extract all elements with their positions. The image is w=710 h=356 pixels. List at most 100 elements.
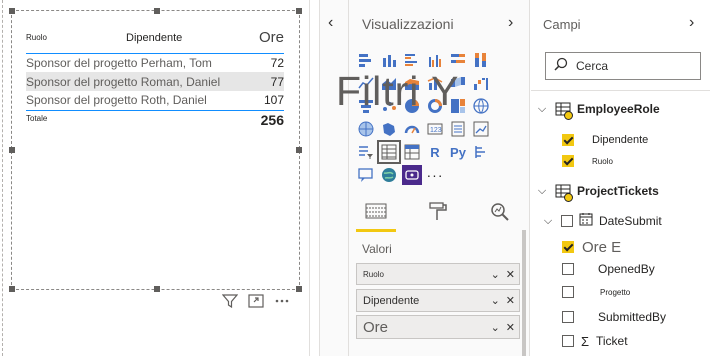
table-row[interactable]: Sponsor del progetto Roth, Daniel 107: [26, 91, 284, 110]
field-checkbox[interactable]: [562, 311, 574, 323]
remove-field-icon[interactable]: ✕: [506, 321, 515, 334]
analytics-magnifier-icon: [490, 202, 510, 227]
slicer-icon[interactable]: [356, 142, 376, 162]
table-visual[interactable]: Ruolo Dipendente Ore Sponsor del progett…: [9, 8, 302, 292]
row-value: 77: [250, 72, 284, 91]
chevron-right-icon[interactable]: ›: [689, 14, 694, 32]
fields-pane-title: Campi: [543, 17, 581, 32]
field-item[interactable]: Ore E: [562, 236, 621, 258]
field-checkbox[interactable]: [562, 241, 574, 253]
canvas-edge: [2, 0, 3, 356]
chevron-down-icon[interactable]: ⌵: [541, 215, 555, 228]
resize-handle[interactable]: [154, 286, 160, 292]
column-header-hours[interactable]: Ore: [250, 23, 284, 54]
pane-splitter[interactable]: [310, 0, 320, 356]
clustered-bar-chart-icon[interactable]: [402, 50, 422, 70]
remove-field-icon[interactable]: ✕: [506, 268, 515, 281]
field-checkbox[interactable]: [562, 134, 574, 146]
resize-handle[interactable]: [296, 147, 302, 153]
total-label: Totale: [26, 109, 251, 130]
values-well-item-employee[interactable]: Dipendente ⌄ ✕: [356, 289, 520, 312]
arcgis-map-icon[interactable]: [379, 165, 399, 185]
field-table-projecttickets[interactable]: ⌵ ProjectTickets: [535, 180, 659, 202]
chevron-down-icon[interactable]: ⌵: [535, 103, 549, 116]
analytics-tab[interactable]: [480, 198, 520, 232]
table-icon: [555, 184, 573, 202]
remove-field-icon[interactable]: ✕: [506, 294, 515, 307]
field-checkbox[interactable]: [562, 263, 574, 275]
kpi-icon[interactable]: [471, 119, 491, 139]
field-table-employeerole[interactable]: ⌵ EmployeeRole: [535, 98, 660, 120]
report-canvas: Ruolo Dipendente Ore Sponsor del progett…: [0, 0, 310, 356]
row-value: 107: [263, 93, 284, 108]
table-visual-icon[interactable]: [377, 140, 401, 164]
filters-overlay-label: Filtri Y: [336, 68, 460, 114]
field-item[interactable]: Progetto: [562, 281, 630, 303]
stacked-column-chart-icon[interactable]: [379, 50, 399, 70]
python-visual-icon[interactable]: Py: [448, 142, 468, 162]
shape-map-icon[interactable]: [379, 119, 399, 139]
row-label: Sponsor del progetto Roman, Daniel: [26, 72, 251, 91]
resize-handle[interactable]: [9, 8, 15, 14]
field-item[interactable]: Dipendente: [562, 129, 648, 151]
values-well-item-role[interactable]: Ruolo ⌄ ✕: [356, 263, 520, 285]
gauge-icon[interactable]: [402, 119, 422, 139]
key-influencers-icon[interactable]: [471, 142, 491, 162]
field-item[interactable]: SubmittedBy: [562, 306, 666, 328]
filter-icon[interactable]: [222, 294, 238, 308]
waterfall-chart-icon[interactable]: [471, 73, 491, 93]
resize-handle[interactable]: [9, 147, 15, 153]
more-visuals-icon[interactable]: ···: [425, 165, 445, 185]
more-options-icon[interactable]: [274, 294, 290, 308]
field-item[interactable]: OpenedBy: [562, 258, 655, 280]
column-header-employee[interactable]: Dipendente: [126, 23, 251, 54]
chevron-down-icon[interactable]: ⌄: [491, 268, 500, 281]
collapse-filters-icon[interactable]: ‹: [328, 14, 333, 32]
100-stacked-column-chart-icon[interactable]: [471, 50, 491, 70]
svg-text:123: 123: [430, 127, 442, 134]
fields-search-input[interactable]: Cerca: [545, 52, 701, 80]
column-header-role[interactable]: Ruolo: [26, 23, 126, 54]
divider: [531, 90, 710, 91]
qa-visual-icon[interactable]: [356, 165, 376, 185]
filled-map-icon[interactable]: [356, 119, 376, 139]
resize-handle[interactable]: [296, 286, 302, 292]
table-row[interactable]: Sponsor del progetto Roman, Daniel 77: [26, 72, 284, 91]
100-stacked-bar-chart-icon[interactable]: [448, 50, 468, 70]
field-checkbox[interactable]: [562, 286, 574, 298]
well-field-label: Dipendente: [363, 294, 420, 307]
resize-handle[interactable]: [9, 286, 15, 292]
field-checkbox[interactable]: [562, 155, 574, 167]
field-item-datesubmit[interactable]: ⌵ DateSubmit: [541, 210, 662, 232]
resize-handle[interactable]: [296, 8, 302, 14]
stacked-bar-chart-icon[interactable]: [356, 50, 376, 70]
clustered-column-chart-icon[interactable]: [425, 50, 445, 70]
power-apps-visual-icon[interactable]: [402, 165, 422, 185]
field-item[interactable]: Σ Ticket: [562, 330, 628, 352]
card-icon[interactable]: 123: [425, 119, 445, 139]
focus-mode-icon[interactable]: [248, 294, 264, 308]
fields-pane: Campi › Cerca ⌵ EmployeeRole Dipendente …: [531, 0, 710, 356]
table-row[interactable]: Sponsor del progetto Perham, Tom 72: [26, 53, 284, 72]
field-name: Ticket: [596, 334, 628, 348]
chevron-right-icon[interactable]: ›: [508, 14, 513, 32]
chevron-down-icon[interactable]: ⌄: [491, 294, 500, 307]
format-tab[interactable]: [418, 198, 458, 232]
resize-handle[interactable]: [154, 8, 160, 14]
fields-tab[interactable]: [356, 198, 396, 232]
field-checkbox[interactable]: [562, 335, 574, 347]
field-item[interactable]: Ruolo: [562, 150, 613, 172]
chevron-down-icon[interactable]: ⌄: [491, 321, 500, 334]
r-script-visual-icon[interactable]: R: [425, 142, 445, 162]
scrollbar[interactable]: [522, 230, 526, 356]
visualizations-pane: ‹ Visualizzazioni › 123 R Py ··· Filtri …: [320, 0, 530, 356]
matrix-visual-icon[interactable]: [402, 142, 422, 162]
multi-row-card-icon[interactable]: [448, 119, 468, 139]
visualizations-title: Visualizzazioni: [362, 16, 454, 32]
values-well-item-hours[interactable]: Ore ⌄ ✕: [356, 315, 520, 339]
calendar-icon: [579, 212, 593, 231]
chevron-down-icon[interactable]: ⌵: [535, 185, 549, 198]
field-name: SubmittedBy: [598, 310, 667, 324]
field-checkbox[interactable]: [561, 215, 573, 227]
map-icon[interactable]: [471, 96, 491, 116]
